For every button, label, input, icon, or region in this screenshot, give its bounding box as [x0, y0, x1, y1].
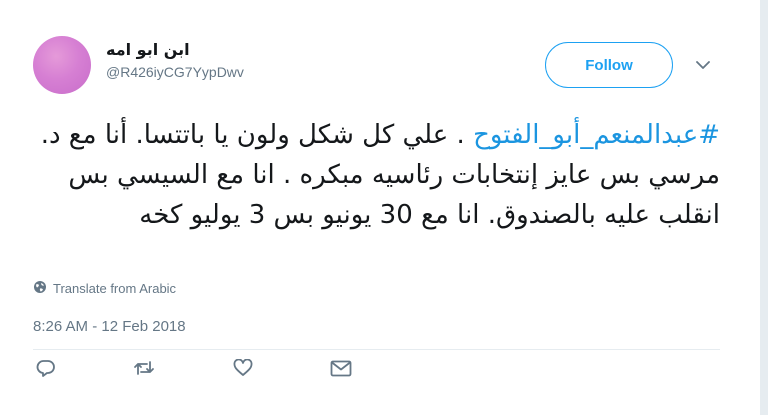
- avatar[interactable]: [33, 36, 91, 94]
- tweet-card: ابن ابو امه @R426iyCG7YypDwv Follow #عبد…: [0, 0, 768, 415]
- divider: [33, 349, 720, 350]
- reply-icon[interactable]: [33, 355, 59, 381]
- tweet-timestamp[interactable]: 8:26 AM - 12 Feb 2018: [33, 318, 186, 335]
- heart-icon[interactable]: [230, 355, 256, 381]
- envelope-icon[interactable]: [328, 355, 354, 381]
- translate-label: Translate from Arabic: [53, 281, 177, 296]
- chevron-down-icon[interactable]: [693, 57, 713, 73]
- page-border: [760, 0, 768, 415]
- globe-icon: [33, 280, 47, 297]
- translate-link[interactable]: Translate from Arabic: [33, 280, 176, 297]
- retweet-icon[interactable]: [131, 355, 157, 381]
- tweet-text: #عبدالمنعم_أبو_الفتوح . علي كل شكل ولون …: [32, 115, 720, 235]
- follow-button[interactable]: Follow: [545, 42, 673, 88]
- display-name[interactable]: ابن ابو امه: [106, 40, 190, 59]
- action-bar: [0, 355, 768, 383]
- user-handle[interactable]: @R426iyCG7YypDwv: [106, 64, 244, 80]
- hashtag-link[interactable]: #عبدالمنعم_أبو_الفتوح: [473, 120, 720, 150]
